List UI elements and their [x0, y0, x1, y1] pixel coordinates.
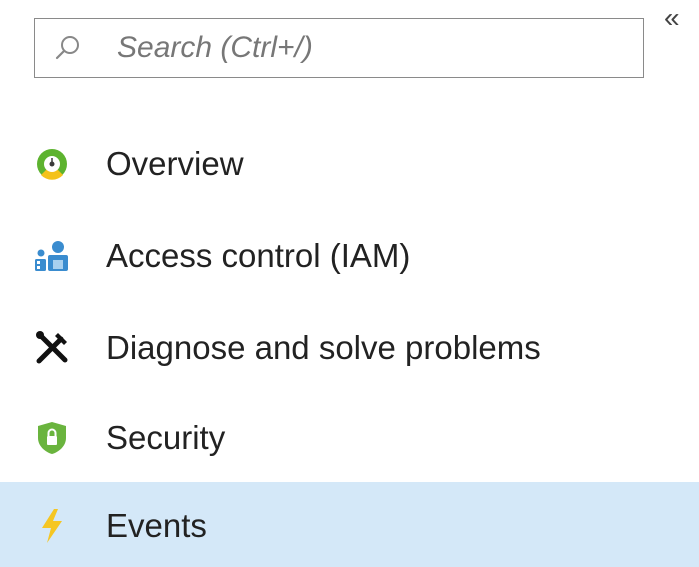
shield-lock-icon — [34, 420, 70, 456]
wrench-screwdriver-icon — [34, 330, 70, 366]
sidebar-item-label: Access control (IAM) — [106, 237, 411, 274]
collapse-sidebar-button[interactable]: « — [664, 4, 699, 38]
sidebar-item-security[interactable]: Security — [0, 394, 699, 482]
sidebar-item-label: Events — [106, 507, 207, 544]
search-input[interactable] — [117, 31, 597, 65]
double-chevron-left-icon: « — [664, 2, 680, 33]
search-box[interactable] — [34, 18, 644, 78]
sidebar-item-events[interactable]: Events — [0, 482, 699, 567]
sidebar-item-diagnose[interactable]: Diagnose and solve problems — [0, 304, 699, 392]
sidebar-item-label: Diagnose and solve problems — [106, 329, 541, 366]
search-icon — [53, 33, 83, 63]
overview-icon — [34, 146, 70, 182]
sidebar-item-label: Security — [106, 419, 226, 456]
users-icon — [34, 238, 70, 274]
sidebar-panel: « Overview — [0, 0, 699, 567]
lightning-icon — [34, 508, 70, 544]
sidebar-item-overview[interactable]: Overview — [0, 120, 699, 208]
sidebar-item-label: Overview — [106, 145, 244, 182]
sidebar-item-access-control[interactable]: Access control (IAM) — [0, 212, 699, 300]
